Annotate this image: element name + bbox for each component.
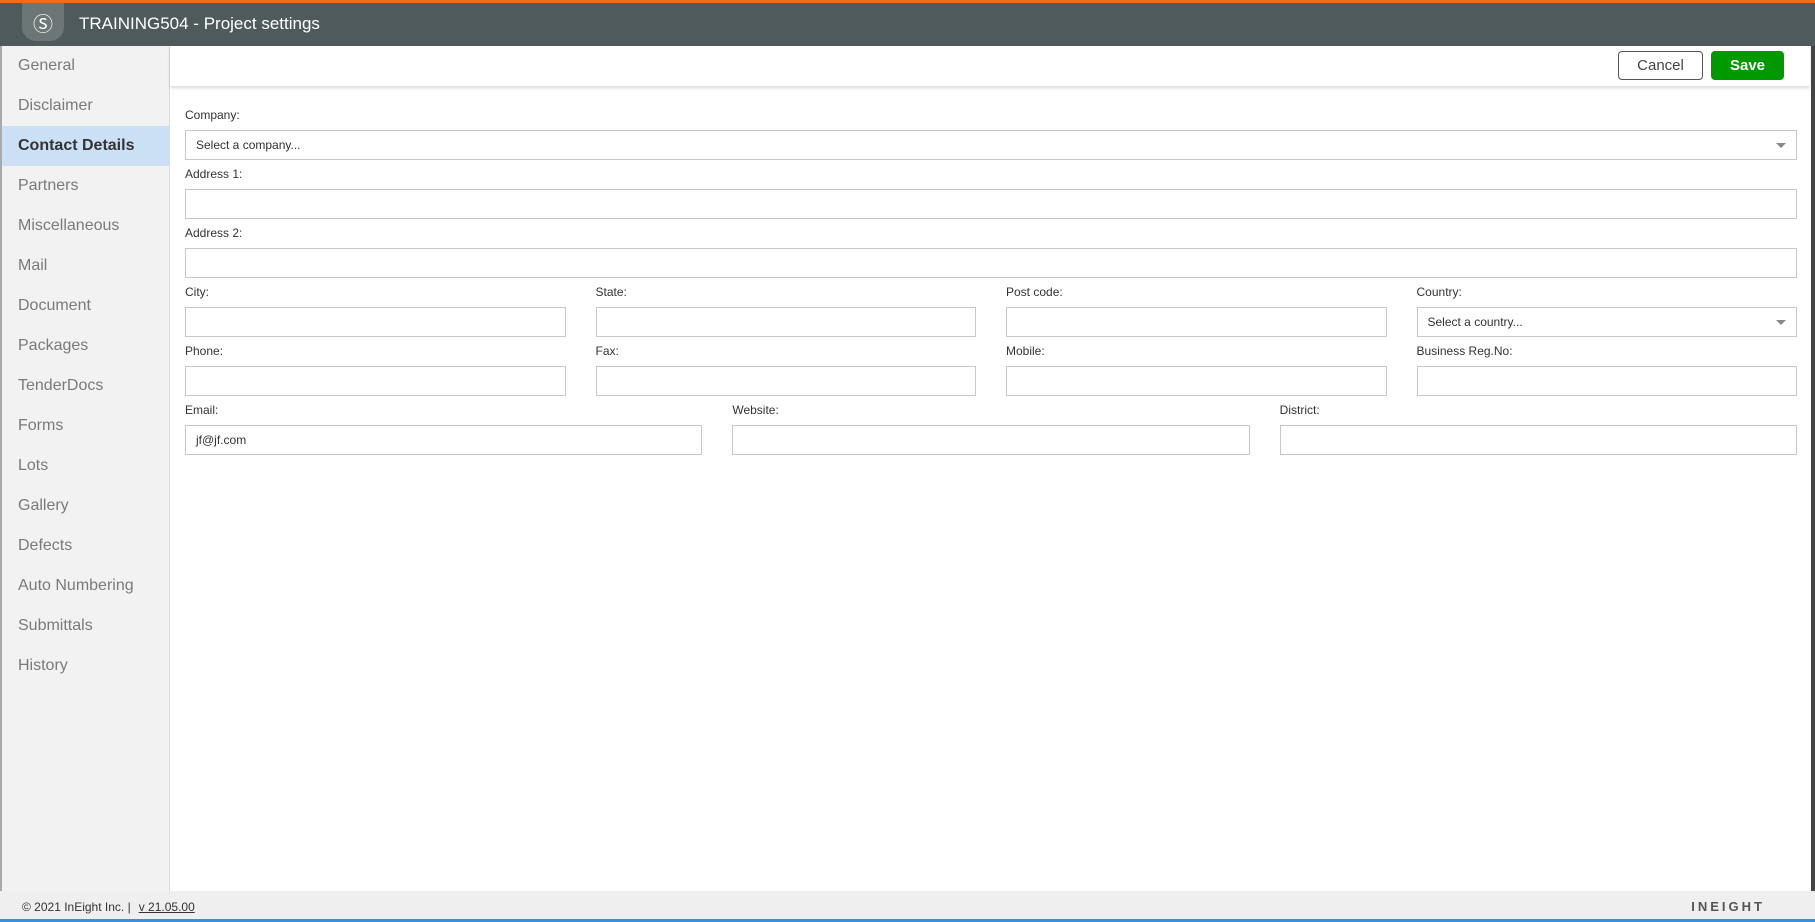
sidebar-item-general[interactable]: General bbox=[2, 46, 169, 86]
state-label: State: bbox=[595, 285, 627, 299]
company-label: Company: bbox=[185, 108, 240, 122]
business-reg-label: Business Reg.No: bbox=[1416, 344, 1513, 358]
country-label: Country: bbox=[1416, 285, 1462, 299]
sidebar-item-forms[interactable]: Forms bbox=[2, 406, 169, 446]
app-logo-icon: Ⓢ bbox=[22, 3, 64, 41]
copyright-text: © 2021 InEight Inc. | bbox=[22, 900, 131, 914]
sidebar-item-disclaimer[interactable]: Disclaimer bbox=[2, 86, 169, 126]
sidebar-item-history[interactable]: History bbox=[2, 646, 169, 686]
website-input[interactable] bbox=[732, 425, 1250, 455]
phone-label: Phone: bbox=[185, 344, 224, 358]
phone-input[interactable] bbox=[185, 366, 566, 396]
address2-label: Address 2: bbox=[185, 226, 243, 240]
mobile-input[interactable] bbox=[1006, 366, 1387, 396]
toolbar: Cancel Save bbox=[170, 46, 1810, 86]
address1-input[interactable] bbox=[185, 189, 1797, 219]
fax-input[interactable] bbox=[595, 366, 976, 396]
save-button[interactable]: Save bbox=[1711, 51, 1784, 80]
fax-label: Fax: bbox=[595, 344, 619, 358]
website-label: Website: bbox=[732, 403, 779, 417]
company-select-value: Select a company... bbox=[196, 138, 301, 152]
page-title: TRAINING504 - Project settings bbox=[79, 14, 320, 33]
district-input[interactable] bbox=[1279, 425, 1797, 455]
city-input[interactable] bbox=[185, 307, 566, 337]
sidebar-item-tenderdocs[interactable]: TenderDocs bbox=[2, 366, 169, 406]
postcode-label: Post code: bbox=[1006, 285, 1063, 299]
contact-details-form: Company: Select a company... Address 1: A… bbox=[185, 108, 1797, 462]
chevron-down-icon bbox=[1776, 143, 1786, 148]
country-select-value: Select a country... bbox=[1427, 315, 1523, 329]
address2-input[interactable] bbox=[185, 248, 1797, 278]
business-reg-input[interactable] bbox=[1416, 366, 1797, 396]
version-link[interactable]: v 21.05.00 bbox=[139, 900, 195, 914]
sidebar-item-defects[interactable]: Defects bbox=[2, 526, 169, 566]
country-select[interactable]: Select a country... bbox=[1416, 307, 1797, 337]
sidebar-item-lots[interactable]: Lots bbox=[2, 446, 169, 486]
sidebar-item-contact-details[interactable]: Contact Details bbox=[2, 126, 169, 166]
company-select[interactable]: Select a company... bbox=[185, 130, 1797, 160]
cancel-button[interactable]: Cancel bbox=[1618, 51, 1703, 80]
state-input[interactable] bbox=[595, 307, 976, 337]
sidebar-item-submittals[interactable]: Submittals bbox=[2, 606, 169, 646]
email-label: Email: bbox=[185, 403, 219, 417]
address1-label: Address 1: bbox=[185, 167, 243, 181]
chevron-down-icon bbox=[1776, 320, 1786, 325]
sidebar-item-packages[interactable]: Packages bbox=[2, 326, 169, 366]
sidebar-item-document[interactable]: Document bbox=[2, 286, 169, 326]
city-label: City: bbox=[185, 285, 209, 299]
ineight-logo: INEIGHT bbox=[1691, 899, 1765, 914]
email-input[interactable]: jf@jf.com bbox=[185, 425, 703, 455]
app-header: Ⓢ TRAINING504 - Project settings bbox=[0, 0, 1815, 46]
window-edge bbox=[1811, 46, 1815, 891]
district-label: District: bbox=[1279, 403, 1320, 417]
sidebar-item-mail[interactable]: Mail bbox=[2, 246, 169, 286]
sidebar-item-miscellaneous[interactable]: Miscellaneous bbox=[2, 206, 169, 246]
footer: © 2021 InEight Inc. | v 21.05.00 INEIGHT bbox=[0, 891, 1815, 922]
settings-sidebar: General Disclaimer Contact Details Partners… bbox=[0, 46, 170, 891]
sidebar-item-partners[interactable]: Partners bbox=[2, 166, 169, 206]
sidebar-item-gallery[interactable]: Gallery bbox=[2, 486, 169, 526]
mobile-label: Mobile: bbox=[1006, 344, 1045, 358]
postcode-input[interactable] bbox=[1006, 307, 1387, 337]
sidebar-item-auto-numbering[interactable]: Auto Numbering bbox=[2, 566, 169, 606]
